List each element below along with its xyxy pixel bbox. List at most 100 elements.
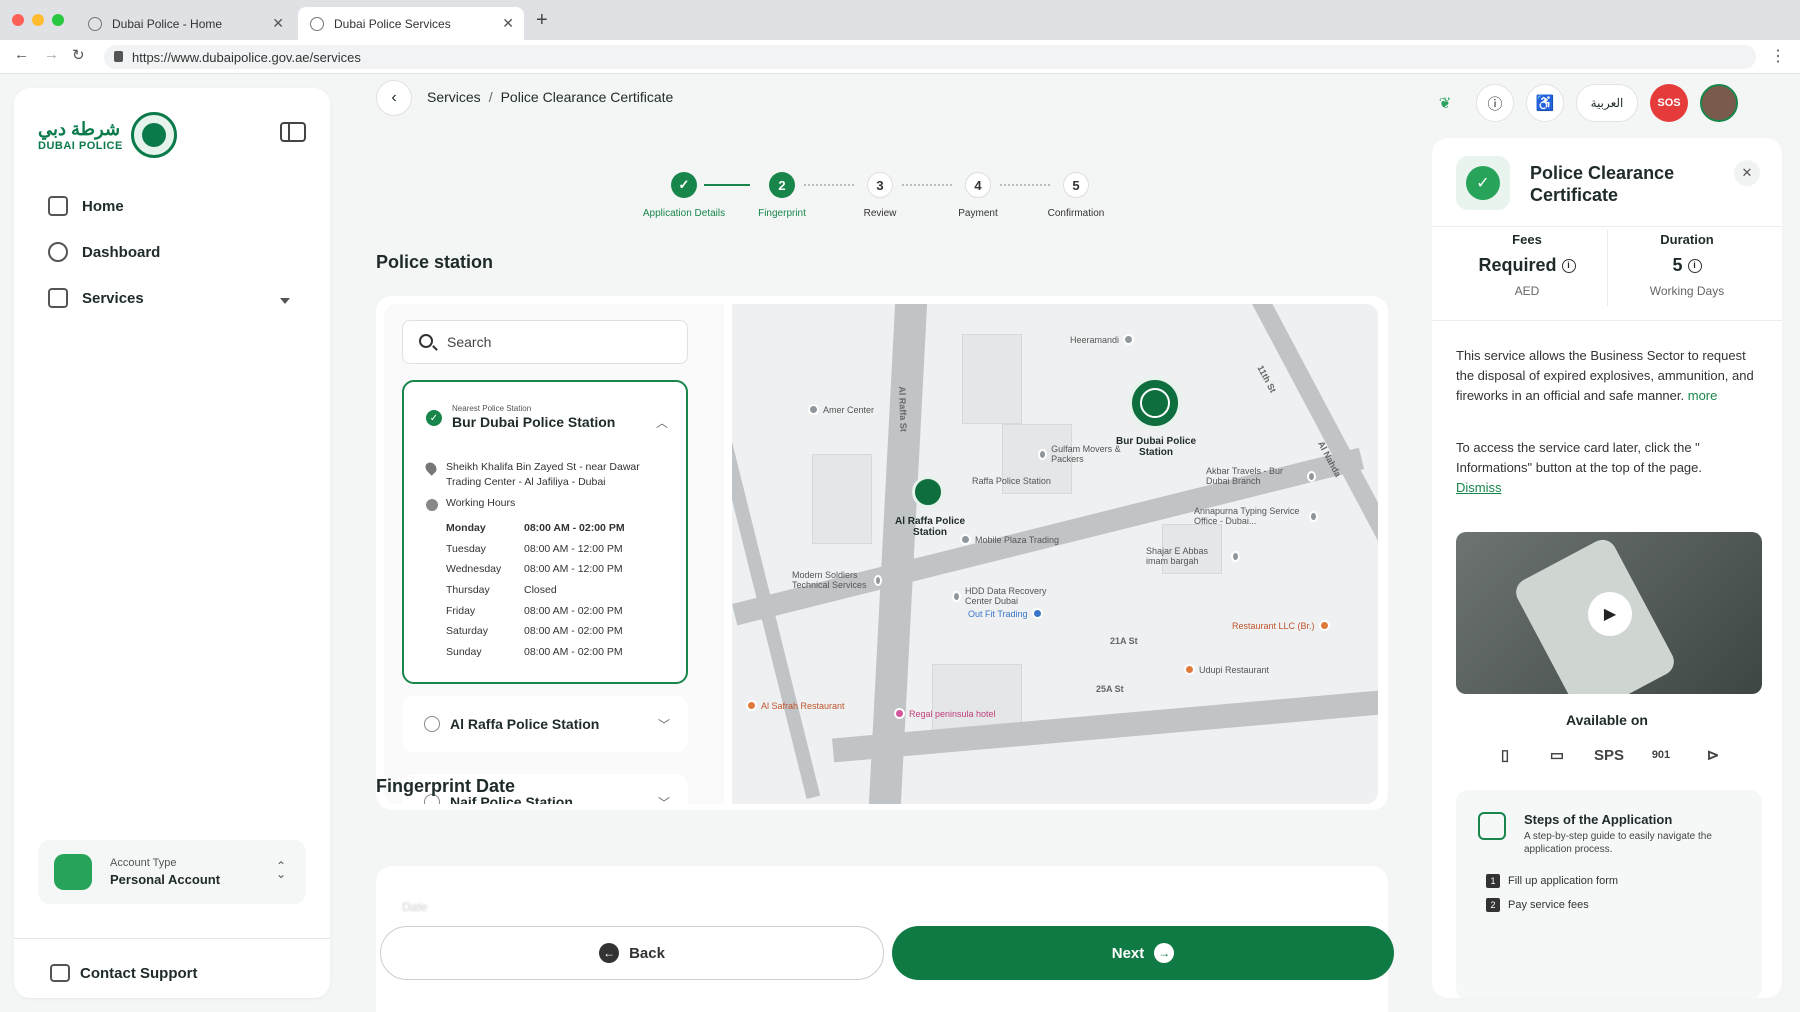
- browser-back-icon[interactable]: ←: [14, 46, 29, 63]
- breadcrumb: Services / Police Clearance Certificate: [427, 89, 673, 105]
- arrow-left-icon: ←: [599, 943, 620, 963]
- station-address: Sheikh Khalifa Bin Zayed St - near Dawar…: [446, 461, 640, 488]
- back-button[interactable]: ← Back: [380, 926, 884, 980]
- step-label: Payment: [958, 208, 998, 219]
- road-label: Al Raffa St: [896, 386, 909, 432]
- step-number: 4: [965, 172, 991, 198]
- close-icon[interactable]: ✕: [1734, 160, 1760, 186]
- video-thumbnail[interactable]: ▶: [1456, 532, 1762, 694]
- close-tab-icon[interactable]: ✕: [502, 15, 514, 32]
- globe-icon: [88, 16, 102, 31]
- back-arrow-button[interactable]: ‹: [376, 80, 412, 116]
- map-poi[interactable]: Shajar E Abbas imam bargah: [1146, 546, 1240, 566]
- sos-button[interactable]: SOS: [1650, 84, 1688, 122]
- back-button-label: Back: [629, 944, 665, 962]
- sidebar-toggle-icon[interactable]: [280, 122, 306, 142]
- close-window-button[interactable]: [12, 14, 24, 26]
- map-poi[interactable]: Al Safrah Restaurant: [746, 700, 845, 711]
- station-item-al-raffa[interactable]: Al Raffa Police Station ﹀: [402, 696, 688, 752]
- radio-selected-icon[interactable]: ✓: [426, 410, 442, 426]
- map-poi[interactable]: Mobile Plaza Trading: [960, 534, 1059, 545]
- account-switcher[interactable]: Account Type Personal Account ⌃ ⌄: [38, 840, 306, 904]
- location-pin-icon: [423, 460, 439, 476]
- reload-icon[interactable]: ↻: [72, 46, 85, 64]
- user-avatar[interactable]: [1700, 84, 1738, 122]
- map-poi[interactable]: Heeramandi: [1070, 334, 1135, 345]
- step-label: Fingerprint: [758, 208, 806, 219]
- breadcrumb-separator: /: [488, 89, 493, 105]
- map-poi[interactable]: Annapurna Typing Service Office - Dubai.…: [1194, 506, 1318, 526]
- map-poi[interactable]: Out Fit Trading: [968, 608, 1043, 619]
- chevron-up-icon[interactable]: ︿: [656, 414, 668, 431]
- date-field-label: Date: [402, 900, 428, 914]
- leaf-icon[interactable]: ❦: [1426, 84, 1464, 122]
- channels-list: ▯ ▭ SPS 901 ⊳: [1488, 738, 1730, 772]
- map-poi[interactable]: Akbar Travels - Bur Dubai Branch: [1206, 466, 1316, 486]
- browser-tab-active[interactable]: Dubai Police Services ✕: [298, 7, 524, 40]
- browser-forward-icon[interactable]: →: [44, 46, 59, 63]
- search-input[interactable]: Search: [402, 320, 688, 364]
- next-button[interactable]: Next →: [892, 926, 1394, 980]
- steps-item-label: Pay service fees: [1508, 899, 1589, 911]
- close-tab-icon[interactable]: ✕: [272, 15, 284, 32]
- app-root: شرطة دبي DUBAI POLICE Home Dashboard Ser…: [0, 74, 1800, 1012]
- browser-menu-icon[interactable]: ⋮: [1770, 46, 1786, 66]
- radio-unselected-icon[interactable]: [424, 716, 440, 732]
- chevron-down-icon[interactable]: ﹀: [658, 794, 670, 804]
- breadcrumb-services[interactable]: Services: [427, 89, 481, 105]
- accessibility-icon[interactable]: ♿: [1526, 84, 1564, 122]
- info-icon[interactable]: i: [1561, 259, 1576, 274]
- chevron-down-icon[interactable]: [280, 298, 290, 304]
- maximize-window-button[interactable]: [52, 14, 64, 26]
- grid-icon: [48, 288, 68, 308]
- sidebar-item-dashboard[interactable]: Dashboard: [48, 242, 160, 262]
- sidebar-item-home[interactable]: Home: [48, 196, 124, 216]
- step-number: 2: [1486, 898, 1500, 912]
- play-icon[interactable]: ▶: [1588, 592, 1632, 636]
- police-station-map-pin[interactable]: [1128, 376, 1182, 430]
- map-poi[interactable]: Modern Soldiers Technical Services: [792, 570, 882, 590]
- dubai-police-logo[interactable]: شرطة دبي DUBAI POLICE: [38, 112, 177, 158]
- duration-block: Duration 5 i Working Days: [1612, 232, 1762, 298]
- map-poi[interactable]: Regal peninsula hotel: [894, 708, 996, 719]
- contact-support-link[interactable]: Contact Support: [50, 964, 198, 982]
- map-view[interactable]: Al Raffa St 21A St 25A St 11th St Al Nah…: [732, 304, 1378, 804]
- check-seal-icon: ✓: [1466, 166, 1500, 200]
- map-poi[interactable]: Restaurant LLC (Br.): [1232, 620, 1330, 631]
- browser-tab[interactable]: Dubai Police - Home ✕: [76, 7, 294, 40]
- url-field[interactable]: https://www.dubaipolice.gov.ae/services: [104, 45, 1756, 69]
- sps-channel: SPS: [1593, 746, 1624, 764]
- steps-subtitle: A step-by-step guide to easily navigate …: [1524, 831, 1712, 855]
- hours-time: 08:00 AM - 02:00 PM: [524, 604, 623, 617]
- new-tab-button[interactable]: +: [536, 9, 548, 32]
- language-switch-button[interactable]: العربية: [1576, 84, 1638, 122]
- hours-day: Thursday: [446, 584, 490, 597]
- hours-row: Sunday 08:00 AM - 02:00 PM: [446, 642, 625, 663]
- hours-row: Monday 08:00 AM - 02:00 PM: [446, 518, 625, 539]
- nearest-tag: Nearest Police Station: [452, 404, 532, 413]
- more-link[interactable]: more: [1688, 388, 1718, 403]
- steps-item: 1 Fill up application form: [1486, 874, 1618, 888]
- map-poi[interactable]: Raffa Police Station: [972, 476, 1051, 486]
- sidebar-item-services[interactable]: Services: [48, 288, 144, 308]
- map-poi[interactable]: Amer Center: [808, 404, 874, 415]
- fingerprint-date-title: Fingerprint Date: [376, 776, 516, 796]
- kiosk-icon: ⊳: [1706, 747, 1720, 764]
- dismiss-link[interactable]: Dismiss: [1456, 480, 1502, 495]
- fees-value: Required: [1478, 255, 1557, 275]
- poi-label: Amer Center: [823, 404, 875, 415]
- duration-value: 5: [1672, 255, 1683, 275]
- chevron-down-icon[interactable]: ﹀: [658, 716, 670, 733]
- poi-marker: [1123, 334, 1135, 345]
- map-poi[interactable]: HDD Data Recovery Center Dubai: [952, 586, 1062, 606]
- poi-marker: [1031, 608, 1043, 619]
- account-avatar: [54, 854, 92, 890]
- station-item-bur-dubai[interactable]: ✓ Nearest Police Station Bur Dubai Polic…: [402, 380, 688, 684]
- map-poi[interactable]: Udupi Restaurant: [1184, 664, 1269, 675]
- info-icon[interactable]: ⓘ: [1476, 84, 1514, 122]
- info-icon[interactable]: i: [1687, 259, 1702, 274]
- hours-time: 08:00 AM - 12:00 PM: [524, 563, 623, 576]
- minimize-window-button[interactable]: [32, 14, 44, 26]
- police-station-map-pin[interactable]: [912, 476, 944, 508]
- poi-label: Mobile Plaza Trading: [975, 534, 1060, 545]
